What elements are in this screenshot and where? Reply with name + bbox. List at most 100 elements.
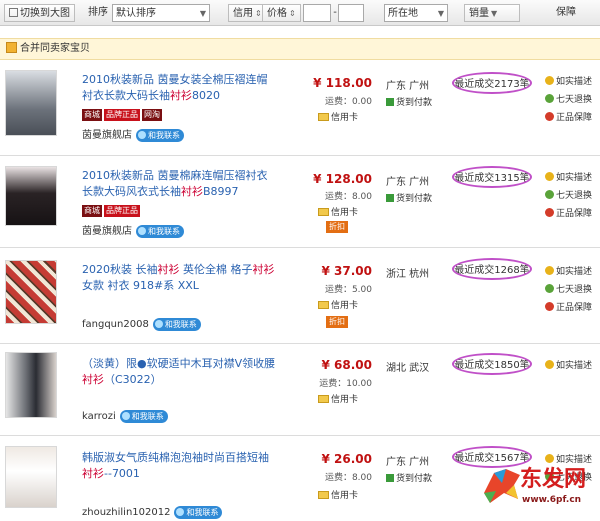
shipping-fee: 运费：10.00 [319,379,372,389]
seller-location: 浙江 杭州 [386,269,430,280]
genuine-guarantee-icon [545,302,554,311]
cash-on-delivery: 货到付款 [386,471,432,484]
credit-sort-button[interactable]: 信用 ⇕ [228,4,267,22]
service-item: 七天退换 [545,188,600,201]
product-title-link[interactable]: 2020秋装 长袖衬衫 英伦全棉 格子衬衫 女款 衬衣 918#系 XXL [82,262,282,294]
contact-seller-button[interactable]: 和我联系 [152,318,201,331]
service-item: 七天退换 [545,282,600,295]
thumb-up-icon [545,266,554,275]
cod-icon [386,194,394,202]
authentic-badge: 品牌正品 [104,205,140,217]
genuine-guarantee-icon [545,112,554,121]
recent-sales: 最近成交1268笔 [452,258,532,280]
product-thumbnail[interactable] [5,260,57,324]
shipping-fee: 运费：0.00 [324,97,372,107]
service-item: 正品保障 [545,110,600,123]
contact-label: 和我联系 [131,412,164,421]
location-select[interactable]: 所在地 ▼ [384,4,448,22]
product-title-link[interactable]: 2010秋装新品 茵曼女装全棉压褶连帽 衬衣长款大码长袖衬衫8020 [82,72,282,104]
product-thumbnail[interactable] [5,70,57,136]
price-sort-button[interactable]: 价格 ⇕ [262,4,301,22]
cod-icon [386,98,394,106]
contact-seller-button[interactable]: 和我联系 [119,410,168,423]
switch-view-button[interactable]: 切换到大图 [4,4,75,22]
location-select-value: 所在地 [388,8,418,19]
product-thumbnail[interactable] [5,446,57,508]
price-min-input[interactable] [303,4,331,22]
recent-sales: 最近成交1850笔 [452,353,532,375]
credit-card-icon [318,113,329,121]
credit-card-support: 信用卡 [318,488,358,501]
chevron-down-icon: ▼ [437,9,444,18]
merge-seller-link[interactable]: 合并同卖家宝贝 [20,43,90,54]
contact-label: 和我联系 [148,131,180,140]
credit-card-support: 信用卡 [318,298,358,311]
chat-icon [154,320,163,328]
grid-icon [9,8,18,17]
price-max-input[interactable] [338,4,364,22]
product-price: ¥ 26.00 [321,452,372,466]
product-price: ¥ 128.00 [313,172,372,186]
service-item: 七天退换 [545,92,600,105]
mall-badge: 商城 [82,205,102,217]
sort-select-value: 默认排序 [116,8,156,19]
seller-link[interactable]: karrozi [82,411,116,422]
merge-seller-notice: 合并同卖家宝贝 [0,38,600,60]
tao-badge: 网淘 [142,109,162,121]
seller-name[interactable]: 茵曼旗舰店 和我联系 [82,126,184,142]
product-title-link[interactable]: （淡黄）限●软硬适中木耳对襟V领收腰 衬衫（C3022） [82,356,282,388]
seller-link[interactable]: 茵曼旗舰店 [82,226,132,237]
seller-link[interactable]: zhouzhilin102012 [82,507,170,518]
seller-name[interactable]: 茵曼旗舰店 和我联系 [82,222,184,238]
contact-seller-button[interactable]: 和我联系 [136,129,184,142]
sales-sort-button[interactable]: 销量 ▼ [464,4,520,22]
seller-location: 广东 广州 [386,457,430,468]
seller-location: 广东 广州 [386,81,430,92]
seller-location: 广东 广州 [386,177,430,188]
credit-card-icon [318,208,329,216]
product-thumbnail[interactable] [5,352,57,418]
credit-card-support: 信用卡 [318,110,358,123]
sales-sort-label: 销量 [469,8,489,19]
contact-seller-button[interactable]: 和我联系 [136,225,184,238]
discount-tag[interactable]: 折扣 [326,316,348,328]
watermark-url: www.6pf.cn [522,495,582,505]
product-title-link[interactable]: 韩版淑女气质纯棉泡泡袖时尚百搭短袖 衬衫--7001 [82,450,282,482]
seller-link[interactable]: 茵曼旗舰店 [82,130,132,141]
chat-icon [138,227,146,235]
product-thumbnail[interactable] [5,166,57,226]
genuine-guarantee-icon [545,208,554,217]
contact-label: 和我联系 [148,227,180,236]
shipping-fee: 运费：5.00 [324,285,372,295]
seller-name[interactable]: zhouzhilin102012 和我联系 [82,506,223,519]
shipping-fee: 运费：8.00 [324,192,372,202]
site-watermark: 东发网 www.6pf.cn [480,455,598,517]
product-title-link[interactable]: 2010秋装新品 茵曼棉麻连帽压褶衬衣 长款大码风衣式长袖衬衫B8997 [82,168,282,200]
sort-arrow-icon: ⇕ [255,9,262,18]
badge-group: 商城 品牌正品 网淘 [82,109,164,121]
service-item: 如实描述 [545,74,600,87]
discount-tag[interactable]: 折扣 [326,221,348,233]
service-item: 如实描述 [545,264,600,277]
credit-card-icon [318,395,329,403]
recent-sales: 最近成交2173笔 [452,72,532,94]
list-item: （淡黄）限●软硬适中木耳对襟V领收腰 衬衫（C3022） karrozi 和我联系 … [0,344,600,436]
cash-on-delivery: 货到付款 [386,191,432,204]
product-price: ¥ 68.00 [321,358,372,372]
seven-day-return-icon [545,94,554,103]
list-item: 2020秋装 长袖衬衫 英伦全棉 格子衬衫 女款 衬衣 918#系 XXL fan… [0,248,600,344]
seller-name[interactable]: karrozi 和我联系 [82,410,168,423]
seller-name[interactable]: fangqun2008 和我联系 [82,318,201,331]
chat-icon [138,131,146,139]
credit-card-icon [318,301,329,309]
guarantee-filter[interactable]: 保障 [556,4,576,22]
seller-link[interactable]: fangqun2008 [82,319,149,330]
mall-badge: 商城 [82,109,102,121]
seven-day-return-icon [545,190,554,199]
recent-sales: 最近成交1315笔 [452,166,532,188]
filter-toolbar: 切换到大图 排序 默认排序 ▼ 信用 ⇕ 价格 ⇕ - 所在地 ▼ 销量 ▼ 保障 [0,0,600,26]
service-item: 如实描述 [545,170,600,183]
contact-seller-button[interactable]: 和我联系 [174,506,223,519]
credit-card-support: 信用卡 [318,205,358,218]
sort-select[interactable]: 默认排序 ▼ [112,4,210,22]
